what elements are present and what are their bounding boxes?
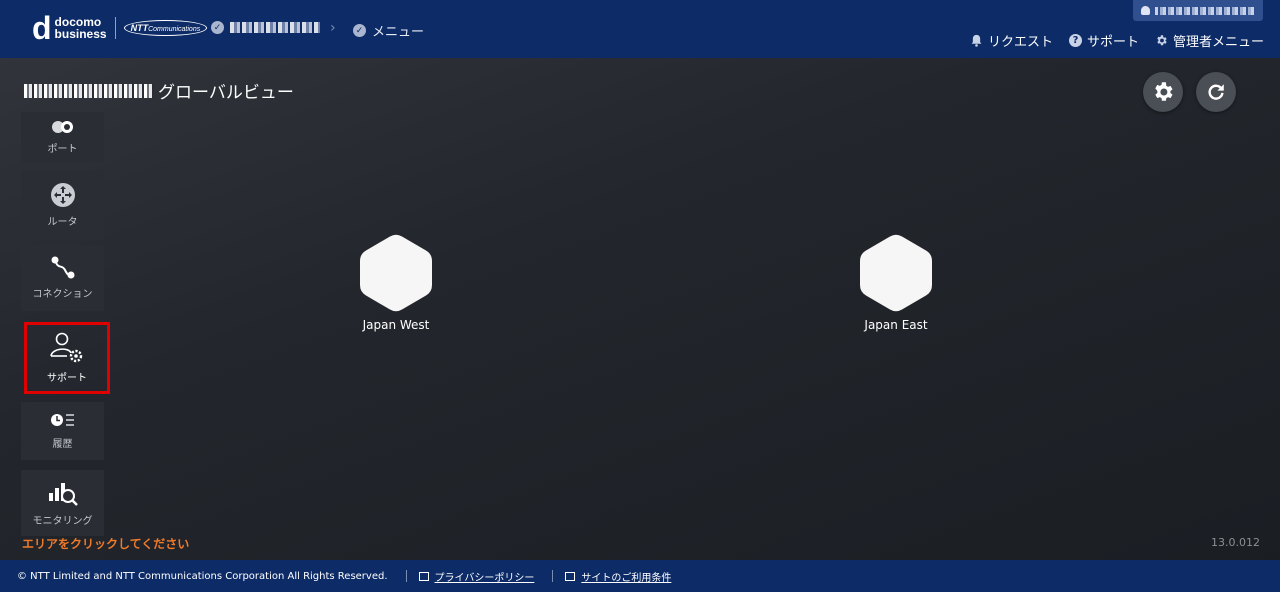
docomo-business-logo[interactable]: d docomo business NTTCommunications [32, 10, 208, 46]
check-icon: ✓ [211, 21, 224, 34]
header-bar: d docomo business NTTCommunications ✓ › … [0, 0, 1280, 58]
hexagon-icon [860, 234, 932, 312]
redacted-tenant-name [230, 22, 320, 33]
refresh-button[interactable] [1196, 72, 1236, 112]
docomo-d-mark: d [32, 10, 52, 46]
sidebar-item-label: サポート [47, 373, 87, 384]
sidebar-item-label: ポート [47, 144, 78, 155]
redacted-tenant-title [24, 83, 154, 98]
privacy-policy-link[interactable]: プライバシーポリシー [418, 569, 534, 584]
sidebar-item-label: 履歴 [52, 439, 73, 450]
support-link[interactable]: ? サポート [1068, 31, 1139, 50]
region-japan-west[interactable]: Japan West [336, 234, 456, 332]
sidebar-item-label: ルータ [47, 217, 78, 228]
region-label: Japan West [362, 318, 430, 332]
refresh-icon [1208, 84, 1224, 100]
version-label: 13.0.012 [1211, 536, 1260, 549]
page-title: グローバルビュー [24, 78, 294, 103]
sidebar-item-history[interactable]: 履歴 [21, 402, 104, 460]
copyright-text: © NTT Limited and NTT Communications Cor… [17, 570, 388, 582]
area-click-hint: エリアをクリックしてください [22, 537, 190, 551]
sidebar-item-port[interactable]: ポート [21, 112, 104, 162]
port-icon [51, 121, 73, 133]
brand-line2: business [54, 27, 107, 41]
chevron-right-icon: › [330, 20, 336, 36]
breadcrumb-tenant[interactable]: ✓ [211, 21, 320, 34]
redacted-user-name [1155, 6, 1255, 15]
sidebar-item-connection[interactable]: コネクション [21, 245, 104, 311]
region-label: Japan East [864, 318, 928, 332]
history-icon [50, 414, 74, 426]
sidebar-item-label: コネクション [32, 289, 93, 300]
user-account-button[interactable] [1133, 0, 1263, 21]
question-icon: ? [1068, 34, 1082, 47]
router-icon [50, 183, 75, 207]
user-icon [1141, 6, 1150, 15]
footer-divider [405, 570, 407, 582]
ntt-communications-logo: NTTCommunications [123, 20, 208, 36]
breadcrumb-menu[interactable]: ✓ メニュー [353, 21, 424, 40]
region-japan-east[interactable]: Japan East [836, 234, 956, 332]
check-icon: ✓ [353, 24, 366, 37]
footer-divider [552, 570, 554, 582]
external-link-icon [565, 571, 576, 581]
brand-divider [114, 17, 116, 39]
sidebar-item-monitoring[interactable]: モニタリング [21, 470, 104, 536]
header-nav: リクエスト ? サポート 管理者メニュー [954, 31, 1264, 50]
breadcrumb-menu-label: メニュー [372, 25, 425, 40]
terms-of-use-link[interactable]: サイトのご利用条件 [565, 569, 671, 584]
hexagon-icon [360, 234, 432, 312]
external-link-icon [418, 571, 429, 581]
gear-icon [1157, 35, 1167, 46]
bell-icon [971, 34, 982, 47]
sidebar-item-support[interactable]: サポート [24, 322, 110, 394]
request-link[interactable]: リクエスト [970, 31, 1053, 50]
sidebar-item-router[interactable]: ルータ [21, 170, 104, 240]
page-title-text: グローバルビュー [158, 83, 294, 103]
support-user-gear-icon [50, 332, 83, 363]
admin-menu-link[interactable]: 管理者メニュー [1155, 31, 1264, 50]
connection-icon [51, 256, 74, 279]
sidebar-item-label: モニタリング [32, 516, 93, 527]
settings-button[interactable] [1143, 72, 1183, 112]
gear-icon [1155, 82, 1173, 101]
footer-bar: © NTT Limited and NTT Communications Cor… [0, 560, 1280, 592]
monitoring-icon [48, 483, 78, 506]
